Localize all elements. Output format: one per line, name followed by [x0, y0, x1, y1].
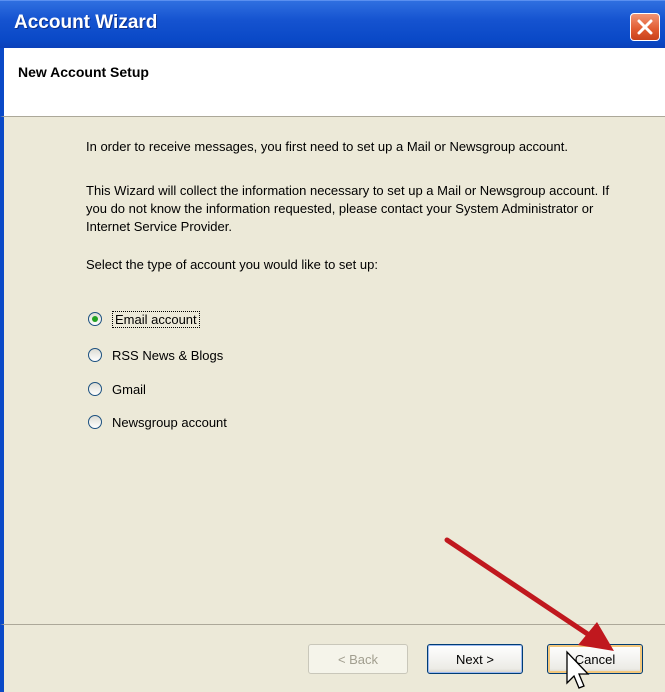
option-label: Newsgroup account: [112, 414, 227, 430]
back-button[interactable]: < Back: [308, 644, 408, 674]
intro-text: In order to receive messages, you first …: [86, 139, 568, 154]
account-type-prompt: Select the type of account you would lik…: [86, 257, 378, 272]
close-icon: [637, 19, 653, 35]
radio-button[interactable]: [88, 382, 102, 396]
newsgroup-account-option[interactable]: Newsgroup account: [88, 410, 227, 434]
radio-button-checked[interactable]: [88, 312, 102, 326]
page-title: New Account Setup: [18, 64, 149, 80]
wizard-header: New Account Setup: [0, 48, 665, 116]
radio-button[interactable]: [88, 415, 102, 429]
account-wizard-window: Account Wizard New Account Setup In orde…: [0, 0, 665, 692]
window-title: Account Wizard: [14, 12, 158, 33]
info-text: This Wizard will collect the information…: [86, 183, 610, 234]
radio-button[interactable]: [88, 348, 102, 362]
title-bar: Account Wizard: [0, 0, 665, 49]
next-button[interactable]: Next >: [427, 644, 523, 674]
gmail-option[interactable]: Gmail: [88, 377, 146, 401]
email-account-option[interactable]: Email account: [88, 307, 200, 331]
cancel-button[interactable]: Cancel: [547, 644, 643, 674]
option-label: Email account: [112, 310, 200, 328]
option-label: Gmail: [112, 381, 146, 397]
rss-news-blogs-option[interactable]: RSS News & Blogs: [88, 343, 223, 367]
close-button[interactable]: [630, 13, 660, 41]
option-label: RSS News & Blogs: [112, 347, 224, 363]
